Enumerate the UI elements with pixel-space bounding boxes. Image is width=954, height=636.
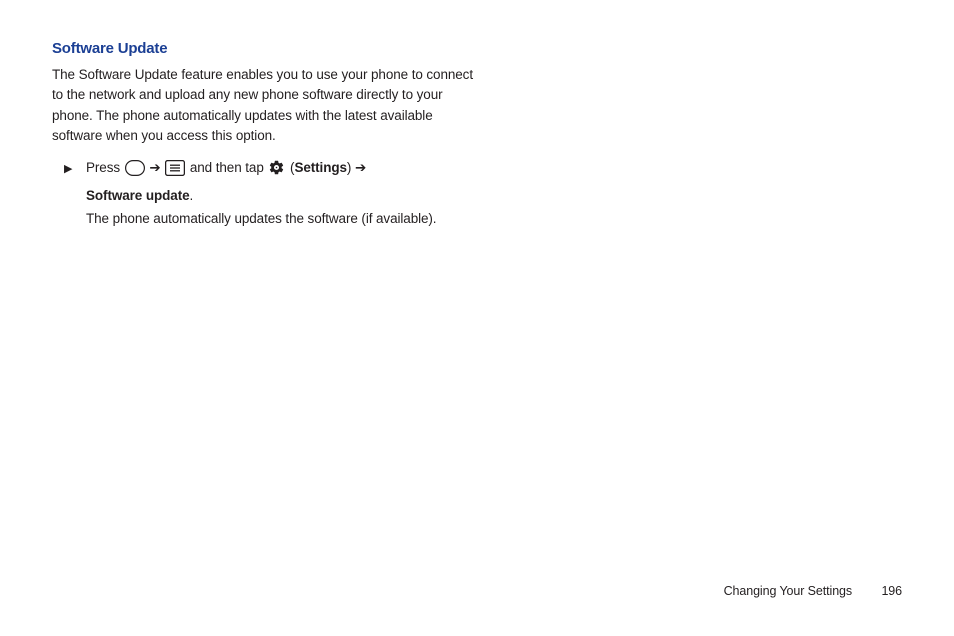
page-footer: Changing Your Settings 196 (724, 584, 902, 598)
step-bullet: ▶ (52, 156, 86, 175)
menu-button-icon (165, 160, 185, 184)
paren-close: ) (347, 160, 355, 175)
text-press: Press (86, 160, 124, 175)
section-heading: Software Update (52, 40, 480, 57)
arrow-2: ➔ (355, 160, 366, 175)
step-after-text: The phone automatically updates the soft… (86, 211, 436, 226)
settings-label: Settings (294, 160, 346, 175)
heading-text: Software Update (52, 40, 167, 57)
step-body: Press ➔ and then tap (86, 156, 436, 231)
software-update-label: Software update (86, 188, 190, 203)
arrow-1: ➔ (149, 160, 164, 175)
home-button-icon (125, 160, 145, 184)
text-and-then-tap: and then tap (190, 160, 268, 175)
settings-gear-icon (268, 159, 285, 184)
intro-paragraph: The Software Update feature enables you … (52, 65, 480, 146)
footer-page-number: 196 (881, 584, 902, 598)
footer-section: Changing Your Settings (724, 584, 852, 598)
period: . (190, 188, 194, 203)
instruction-step: ▶ Press ➔ and then tap (52, 156, 480, 231)
